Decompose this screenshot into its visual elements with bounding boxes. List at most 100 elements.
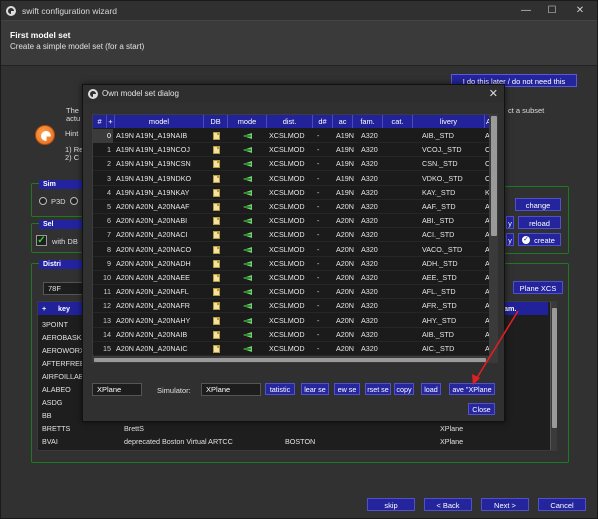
- row-index: 6: [107, 216, 111, 226]
- model-row[interactable]: 12 A20N A20N_A20NAFR XCSLMOD - A20N A320 AFR._…: [93, 299, 489, 314]
- back-button[interactable]: < Back: [424, 498, 472, 511]
- model-row[interactable]: 4 A19N A19N_A19NKAY XCSLMOD - A19N A320 KAY._S…: [93, 186, 489, 200]
- partial-button-2[interactable]: y: [506, 233, 514, 246]
- clear-set-button[interactable]: lear se: [301, 383, 329, 395]
- partial-button-1[interactable]: y: [506, 216, 514, 229]
- reset-set-button[interactable]: rset se: [365, 383, 391, 395]
- cell-key: ALABEO: [42, 385, 71, 394]
- cell-dnum: -: [317, 173, 320, 183]
- swift-hint-icon: [35, 125, 55, 145]
- cell-fam: A320: [361, 159, 378, 169]
- row-index: 3: [107, 173, 111, 183]
- cell-dist: XCSLMOD: [269, 329, 305, 339]
- column-header[interactable]: model: [115, 115, 204, 128]
- model-row[interactable]: 10 A20N A20N_A20NAEE XCSLMOD - A20N A320 AEE._…: [93, 271, 489, 285]
- distributor-combo[interactable]: 78F: [43, 282, 85, 295]
- model-row[interactable]: 9 A20N A20N_A20NADH XCSLMOD - A20N A320 ADH._S…: [93, 257, 489, 271]
- model-row[interactable]: 8 A20N A20N_A20NACO XCSLMOD - A20N A320 VACO._…: [93, 243, 489, 257]
- cell-fam: A320: [361, 216, 378, 226]
- cell-key: BRETTS: [42, 424, 71, 433]
- cell-dist: XCSLMOD: [269, 216, 305, 226]
- intro-text-3: ct a subset: [508, 106, 545, 115]
- cell-dist: XCSLMOD: [269, 301, 305, 311]
- plane-xcs-button[interactable]: Plane XCS: [513, 281, 563, 294]
- model-row[interactable]: 3 A19N A19N_A19NDKO XCSLMOD - A19N A320 VDKO._…: [93, 172, 489, 186]
- save-xplane-button[interactable]: ave "XPlane: [449, 383, 495, 395]
- database-icon: [213, 302, 220, 311]
- mode-plane-icon: [243, 189, 252, 196]
- cell-model: A19N A19N_A19NCOJ: [116, 145, 190, 155]
- model-row[interactable]: 7 A20N A20N_A20NACI XCSLMOD - A20N A320 ACI._S…: [93, 228, 489, 243]
- simulator-combo[interactable]: XPlane: [92, 383, 142, 396]
- simulator-field[interactable]: XPlane: [201, 383, 261, 396]
- scrollbar-thumb[interactable]: [552, 308, 557, 428]
- model-row[interactable]: 1 A19N A19N_A19NCOJ XCSLMOD - A19N A320 VCOJ._…: [93, 143, 489, 158]
- next-button[interactable]: Next >: [481, 498, 529, 511]
- column-header[interactable]: d#: [313, 115, 333, 128]
- cell-model: A19N A19N_A19NCSN: [116, 159, 191, 169]
- model-row[interactable]: 6 A20N A20N_A20NABI XCSLMOD - A20N A320 ABI._S…: [93, 214, 489, 229]
- cell-ac: A19N: [336, 159, 354, 169]
- column-header[interactable]: +: [107, 115, 115, 128]
- reload-button[interactable]: reload: [518, 216, 561, 229]
- cell-cat: [389, 257, 411, 271]
- cell-dist: XCSLMOD: [269, 287, 305, 297]
- maximize-button[interactable]: ☐: [544, 4, 560, 18]
- table-row[interactable]: BVAI deprecated Boston Virtual ARTCC BOSTO…: [38, 435, 548, 448]
- model-row[interactable]: 5 A20N A20N_A20NAAF XCSLMOD - A20N A320 AAF._S…: [93, 200, 489, 214]
- cell-cat: [389, 186, 411, 200]
- cell-model: A20N A20N_A20NAAF: [116, 202, 190, 211]
- load-button[interactable]: load: [421, 383, 441, 395]
- minimize-button[interactable]: —: [518, 4, 534, 18]
- column-header[interactable]: ac: [333, 115, 353, 128]
- scrollbar-thumb[interactable]: [94, 358, 486, 362]
- cancel-button[interactable]: Cancel: [538, 498, 586, 511]
- sim-radio-2[interactable]: [70, 197, 78, 205]
- cell-cat: [389, 342, 411, 356]
- scrollbar-thumb[interactable]: [491, 116, 497, 236]
- statistic-button[interactable]: tatistic: [265, 383, 295, 395]
- skip-button[interactable]: skip: [367, 498, 415, 511]
- dialog-close-icon[interactable]: ✕: [489, 87, 498, 100]
- model-row[interactable]: 11 A20N A20N_A20NAFL XCSLMOD - A20N A320 AFL._…: [93, 285, 489, 300]
- close-window-button[interactable]: ✕: [572, 4, 588, 18]
- cell-ac: A20N: [336, 301, 354, 311]
- database-icon: [213, 146, 220, 155]
- cell-fam: A320: [361, 244, 378, 254]
- distributor-table-scrollbar[interactable]: [550, 302, 557, 450]
- cell-cat: [389, 200, 411, 214]
- cell-cat: [389, 172, 411, 186]
- column-header[interactable]: #: [93, 115, 107, 128]
- cell-dist: XCSLMOD: [269, 230, 305, 240]
- model-row[interactable]: 13 A20N A20N_A20NAHY XCSLMOD - A20N A320 AHY._…: [93, 314, 489, 328]
- new-set-button[interactable]: ew se: [334, 383, 360, 395]
- close-dialog-button[interactable]: Close: [468, 403, 495, 415]
- key-column-header: key: [58, 304, 70, 313]
- cell-fam: A320: [361, 258, 378, 268]
- model-table-vscroll[interactable]: [490, 114, 498, 363]
- cell-dnum: -: [317, 230, 320, 240]
- with-db-checkbox[interactable]: ✓: [36, 235, 47, 246]
- model-row[interactable]: 0 A19N A19N_A19NAIB XCSLMOD - A19N A320 AIB._S…: [93, 129, 489, 143]
- copy-button[interactable]: copy: [394, 383, 414, 395]
- table-row[interactable]: BRETTS BrettS XPlane: [38, 422, 548, 435]
- model-table-hscroll[interactable]: [92, 357, 490, 363]
- column-header[interactable]: livery: [413, 115, 485, 128]
- p3d-radio[interactable]: [39, 197, 47, 205]
- model-row[interactable]: 15 A20N A20N_A20NAIC XCSLMOD - A20N A320 AIC._…: [93, 342, 489, 356]
- database-icon: [213, 217, 220, 226]
- distributor-group-title: Distri: [39, 260, 83, 269]
- cell-key: BB: [42, 411, 52, 420]
- column-header[interactable]: cat.: [383, 115, 413, 128]
- change-button[interactable]: change: [515, 198, 561, 211]
- column-header[interactable]: mode: [228, 115, 267, 128]
- model-row[interactable]: 2 A19N A19N_A19NCSN XCSLMOD - A19N A320 CSN._S…: [93, 157, 489, 172]
- model-row[interactable]: 14 A20N A20N_A20NAIB XCSLMOD - A20N A320 AIB._…: [93, 328, 489, 342]
- column-header[interactable]: fam.: [353, 115, 383, 128]
- column-header[interactable]: DB: [204, 115, 228, 128]
- column-header[interactable]: dist.: [267, 115, 313, 128]
- cell-livery: ABI._STD: [422, 216, 454, 226]
- cell-livery: VCOJ._STD: [422, 145, 462, 155]
- create-button[interactable]: ✓ create: [518, 233, 561, 246]
- database-icon: [213, 160, 220, 169]
